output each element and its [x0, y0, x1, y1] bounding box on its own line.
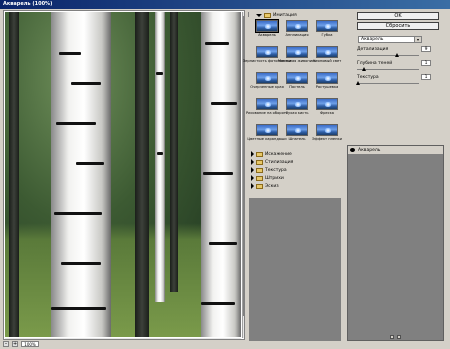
- gallery-empty-area: [249, 198, 341, 341]
- trash-icon[interactable]: [397, 334, 401, 339]
- folder-label: Имитация: [273, 12, 297, 18]
- filter-thumb[interactable]: Акварель: [253, 19, 281, 45]
- filter-preview-icon: [316, 20, 338, 32]
- layer-toolbar: [348, 333, 443, 340]
- param-texture: Текстура 1: [356, 74, 437, 90]
- slider-knob[interactable]: [395, 53, 399, 57]
- filter-thumb[interactable]: Зернистость фотопленки: [243, 46, 291, 71]
- folder-strokes[interactable]: Штрихи: [249, 174, 341, 182]
- slider-knob[interactable]: [356, 81, 360, 85]
- filter-preview-icon: [286, 98, 308, 110]
- param-value-input[interactable]: 1: [421, 74, 431, 80]
- filter-preview-icon: [256, 72, 278, 84]
- filter-preview-icon: [286, 72, 308, 84]
- chevron-right-icon: [251, 175, 254, 181]
- slider-track[interactable]: [357, 69, 419, 70]
- folder-icon: [256, 167, 263, 173]
- chevron-right-icon: [251, 183, 254, 189]
- folder-icon: [256, 151, 263, 157]
- chevron-down-icon: [256, 13, 262, 17]
- filter-preview-icon: [286, 46, 308, 58]
- folder-icon: [264, 12, 271, 18]
- layer-row[interactable]: Акварель: [348, 146, 443, 155]
- filter-preview-icon: [286, 124, 308, 136]
- folder-icon: [256, 159, 263, 165]
- eye-icon[interactable]: [350, 148, 355, 152]
- birch-trunk: [51, 12, 111, 337]
- filter-preview-icon: [316, 124, 338, 136]
- preview-image[interactable]: [5, 12, 241, 337]
- folder-texture[interactable]: Текстура: [249, 166, 341, 174]
- filter-preview-icon: [316, 72, 338, 84]
- filter-preview-icon: [286, 20, 308, 32]
- layer-label: Акварель: [358, 147, 381, 153]
- ok-button[interactable]: OK: [357, 12, 439, 20]
- folder-sketch[interactable]: Эскиз: [249, 182, 341, 190]
- filter-preview-icon: [316, 98, 338, 110]
- zoom-level[interactable]: 100%: [21, 341, 39, 347]
- chevron-right-icon: [251, 151, 254, 157]
- filter-thumb[interactable]: Цветные карандаши: [247, 124, 287, 149]
- folder-distort[interactable]: Искажение: [249, 150, 341, 158]
- param-label: Детализация: [357, 47, 389, 52]
- filter-gallery: Имитация Акварель Аппликация Губка Зерни…: [243, 11, 342, 341]
- chevron-down-icon[interactable]: ▾: [414, 37, 421, 42]
- filter-thumb[interactable]: Эффект пленки: [312, 124, 342, 149]
- tree-trunk: [170, 12, 178, 292]
- param-label: Глубина теней: [357, 61, 393, 66]
- filter-thumb[interactable]: Губка: [313, 20, 341, 45]
- filter-thumbnails: Акварель Аппликация Губка Зернистость фо…: [243, 19, 342, 150]
- filter-preview-icon: [256, 46, 278, 58]
- folder-icon: [256, 183, 263, 189]
- filter-thumb[interactable]: Растушевка: [313, 72, 341, 97]
- filter-thumb[interactable]: Неоновый свет: [313, 46, 341, 71]
- chevron-right-icon: [251, 159, 254, 165]
- birch-trunk: [201, 12, 241, 337]
- filter-preview-icon: [256, 98, 278, 110]
- param-value-input[interactable]: 1: [421, 60, 431, 66]
- slider-knob[interactable]: [362, 67, 366, 71]
- folder-imitation[interactable]: Имитация: [249, 11, 341, 19]
- slider-track[interactable]: [357, 55, 419, 56]
- folder-icon: [256, 175, 263, 181]
- filter-thumb[interactable]: Шпатель: [283, 124, 311, 149]
- zoom-in-button[interactable]: +: [12, 341, 18, 347]
- reset-button[interactable]: Сбросить: [357, 22, 439, 30]
- filter-thumb[interactable]: Фреска: [313, 98, 341, 123]
- param-value-input[interactable]: 9: [421, 46, 431, 52]
- filter-thumb[interactable]: Сухая кисть: [283, 98, 311, 123]
- zoom-controls: – + 100%: [3, 340, 245, 348]
- new-layer-icon[interactable]: [390, 334, 394, 339]
- slider-track[interactable]: [357, 83, 419, 84]
- filter-thumb[interactable]: Рисование на обороте: [246, 98, 288, 123]
- tree-trunk: [9, 12, 19, 337]
- filter-select-value: Акварель: [361, 37, 384, 42]
- window-title: Акварель (100%): [0, 0, 450, 9]
- preview-frame: [3, 10, 245, 340]
- filter-preview-icon: [255, 19, 279, 33]
- folder-stylize[interactable]: Стилизация: [249, 158, 341, 166]
- filter-thumb[interactable]: Масляная живопись: [278, 46, 316, 71]
- filter-preview-icon: [316, 46, 338, 58]
- zoom-out-button[interactable]: –: [3, 341, 9, 347]
- param-label: Текстура: [357, 75, 379, 80]
- filter-thumb[interactable]: Очерченные края: [250, 72, 284, 97]
- birch-trunk: [155, 12, 165, 302]
- filter-select[interactable]: Акварель ▾: [358, 36, 422, 43]
- filter-preview-icon: [256, 124, 278, 136]
- effect-layers-panel: Акварель: [347, 145, 444, 341]
- filter-thumb[interactable]: Аппликация: [283, 20, 311, 45]
- filter-thumb[interactable]: Пастель: [283, 72, 311, 97]
- tree-trunk: [135, 12, 149, 337]
- chevron-right-icon: [251, 167, 254, 173]
